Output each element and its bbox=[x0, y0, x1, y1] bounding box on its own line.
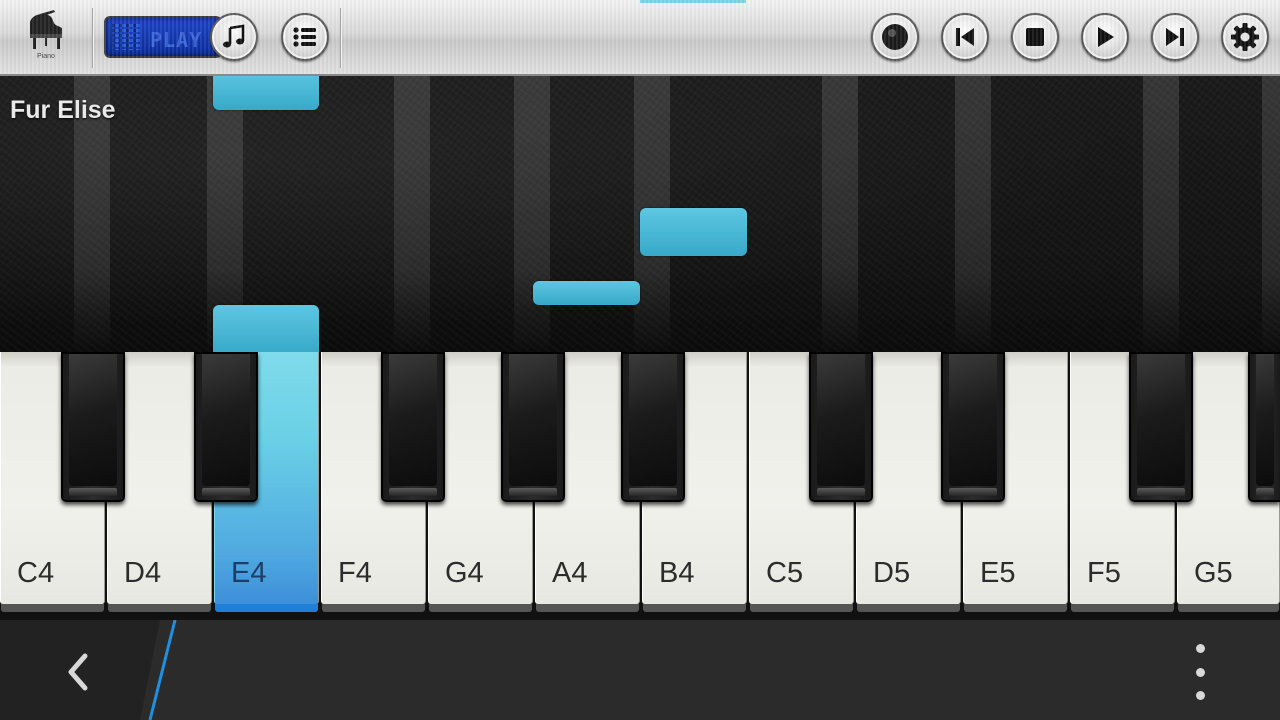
record-icon bbox=[882, 24, 908, 50]
black-key-c-sharp-4[interactable] bbox=[61, 352, 125, 502]
key-label: F5 bbox=[1087, 557, 1121, 589]
black-key-g-sharp-5[interactable] bbox=[1248, 352, 1280, 502]
falling-note bbox=[213, 76, 319, 110]
play-button[interactable] bbox=[1081, 13, 1129, 61]
play-icon bbox=[1098, 27, 1114, 47]
black-key-d-sharp-5[interactable] bbox=[941, 352, 1005, 502]
key-label: D4 bbox=[124, 557, 162, 589]
black-key-f-sharp-4[interactable] bbox=[381, 352, 445, 502]
toolbar-accent bbox=[640, 0, 746, 3]
black-key-f-sharp-5[interactable] bbox=[1129, 352, 1193, 502]
key-label: B4 bbox=[659, 557, 695, 589]
gear-icon bbox=[1231, 23, 1259, 51]
key-label: A4 bbox=[552, 557, 588, 589]
key-label: C4 bbox=[17, 557, 55, 589]
chevron-left-icon bbox=[68, 653, 88, 691]
note-lane bbox=[514, 76, 550, 352]
note-lane bbox=[394, 76, 430, 352]
more-vertical-icon[interactable] bbox=[1180, 644, 1220, 700]
previous-button[interactable] bbox=[941, 13, 989, 61]
stop-icon bbox=[1026, 28, 1044, 46]
toolbar-divider bbox=[92, 8, 93, 68]
note-lane bbox=[1143, 76, 1179, 352]
overflow-dot bbox=[1195, 644, 1205, 653]
toolbar-divider bbox=[340, 8, 341, 68]
song-list-button[interactable] bbox=[281, 13, 329, 61]
skip-forward-icon bbox=[1166, 28, 1184, 46]
key-label: E5 bbox=[980, 557, 1016, 589]
note-lane bbox=[822, 76, 858, 352]
mode-display[interactable]: PLAY bbox=[104, 16, 222, 58]
note-lane bbox=[955, 76, 991, 352]
back-button[interactable] bbox=[56, 650, 100, 694]
key-label: G5 bbox=[1194, 557, 1233, 589]
key-label: G4 bbox=[445, 557, 484, 589]
note-waterfall: Fur Elise bbox=[0, 76, 1280, 352]
black-key-d-sharp-4[interactable] bbox=[194, 352, 258, 502]
grand-piano-icon bbox=[30, 10, 62, 49]
key-label: C5 bbox=[766, 557, 804, 589]
skip-back-icon bbox=[956, 28, 974, 46]
piano-keyboard: C4 D4 E4 F4 G4 A4 B4 C5 D5 E5 F5 G5 bbox=[0, 352, 1280, 620]
key-label: D5 bbox=[873, 557, 911, 589]
falling-note bbox=[640, 208, 747, 256]
overflow-dot bbox=[1195, 667, 1205, 677]
back-zone bbox=[0, 620, 180, 720]
falling-note bbox=[533, 281, 640, 305]
falling-note bbox=[213, 305, 319, 352]
key-label: E4 bbox=[231, 557, 267, 589]
black-key-a-sharp-4[interactable] bbox=[621, 352, 685, 502]
grid-icon bbox=[112, 24, 140, 50]
stop-button[interactable] bbox=[1011, 13, 1059, 61]
black-key-c-sharp-5[interactable] bbox=[809, 352, 873, 502]
music-note-icon bbox=[223, 24, 245, 48]
black-key-g-sharp-4[interactable] bbox=[501, 352, 565, 502]
mode-display-label: PLAY bbox=[150, 28, 203, 52]
next-button[interactable] bbox=[1151, 13, 1199, 61]
settings-button[interactable] bbox=[1221, 13, 1269, 61]
note-lane bbox=[1262, 76, 1280, 352]
song-button[interactable] bbox=[210, 13, 258, 61]
instrument-selector[interactable]: Piano bbox=[14, 6, 78, 68]
navigation-bar bbox=[0, 620, 1280, 720]
list-icon bbox=[293, 27, 316, 47]
record-button[interactable] bbox=[871, 13, 919, 61]
overflow-dot bbox=[1195, 691, 1205, 700]
toolbar: Piano PLAY bbox=[0, 0, 1280, 76]
key-label: F4 bbox=[338, 557, 372, 589]
instrument-caption: Piano bbox=[37, 53, 55, 60]
song-title: Fur Elise bbox=[10, 96, 116, 124]
